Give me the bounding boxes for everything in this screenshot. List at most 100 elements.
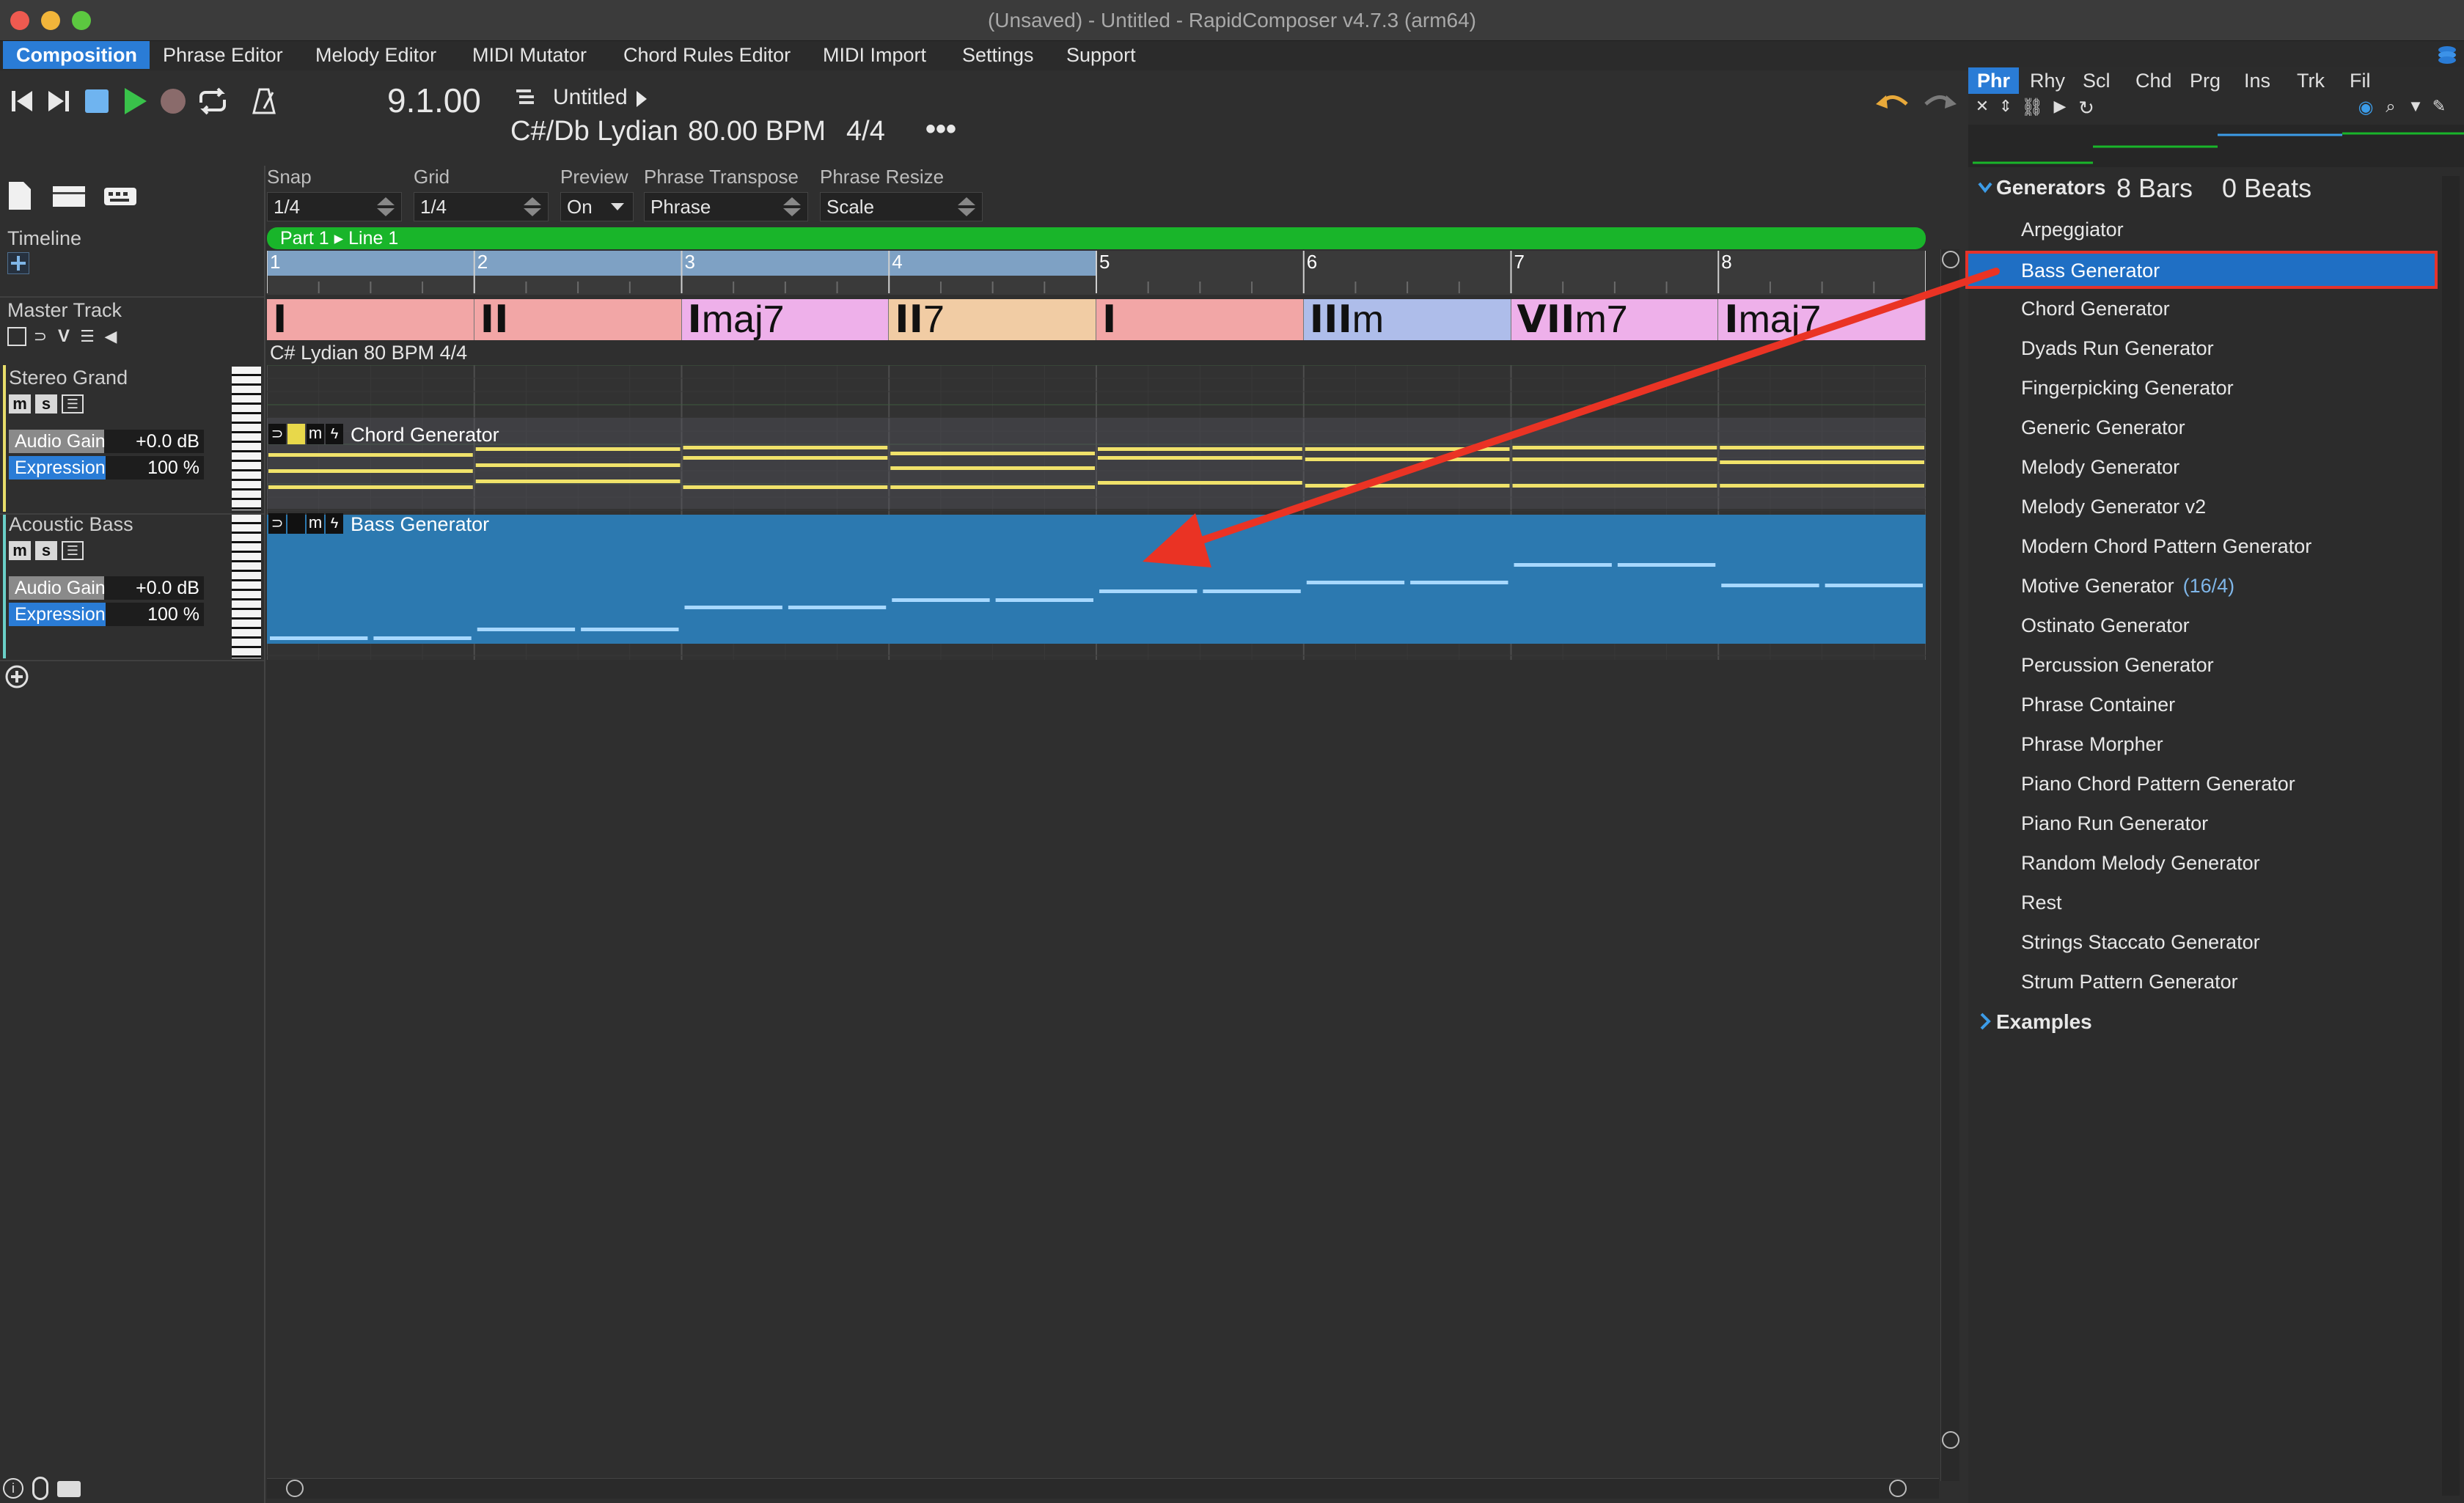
solo-button[interactable]: s [35,394,57,414]
tab-rhythms[interactable]: Rhy [2021,67,2074,94]
chevron-right-icon[interactable] [1977,1012,1993,1031]
loop-icon[interactable] [197,87,226,116]
zoom-icon[interactable] [286,1480,304,1497]
loop-icon[interactable]: ⊃ [268,424,286,444]
keyboard-icon[interactable] [103,185,138,208]
menu-icon[interactable]: ☰ [78,327,97,346]
piano-roll-icon[interactable] [7,327,26,346]
stop-icon[interactable] [82,87,111,116]
chord-phrase[interactable] [267,418,1926,509]
tab-phrases[interactable]: Phr [1968,67,2020,94]
preview-select[interactable]: On [560,192,634,221]
bar-ruler[interactable]: 1 2 3 4 5 6 7 8 [267,251,1926,295]
play-preview-icon[interactable]: ▶ [2050,97,2069,119]
length-beats[interactable]: 0 Beats [2222,173,2311,204]
play-icon[interactable] [120,87,150,116]
key-info[interactable]: C#/Db Lydian [510,116,678,147]
mute-button[interactable]: m [9,541,31,560]
add-marker-icon[interactable] [7,252,29,274]
open-folder-icon[interactable] [51,183,87,210]
splitter[interactable] [264,166,265,1503]
generator-list-item[interactable]: Melody Generator [2021,449,2179,485]
track-name-stereo-grand[interactable]: Stereo Grand [9,367,128,389]
undo-icon[interactable] [1873,88,1911,114]
generator-list-item[interactable]: Modern Chord Pattern Generator [2021,528,2311,565]
skip-to-end-icon[interactable] [44,87,73,116]
generator-list-item[interactable]: Rest [2021,884,2062,921]
refresh-icon[interactable]: ↻ [2075,97,2097,119]
chord-block[interactable]: Imaj7 [681,299,890,340]
examples-folder[interactable]: Examples [1996,1010,2092,1034]
chord-block[interactable]: IIIm [1303,299,1511,340]
generator-list-item[interactable]: Phrase Container [2021,686,2175,723]
info-icon[interactable]: i [3,1478,23,1499]
link-icon[interactable]: ⛓ [2021,97,2043,119]
tab-progressions[interactable]: Prg [2181,67,2229,94]
phrase-transpose-select[interactable]: Phrase [644,192,808,221]
chevron-down-icon[interactable] [1977,179,1993,195]
keyboard-shortcut-icon[interactable] [57,1481,81,1497]
generator-list-item[interactable]: Melody Generator v2 [2021,488,2206,525]
search-icon[interactable]: ⌕ [2380,97,2401,119]
generator-list-item[interactable]: Strings Staccato Generator [2021,924,2260,960]
length-bars[interactable]: 8 Bars [2116,173,2193,204]
piano-keyboard[interactable] [232,515,261,658]
lightning-icon[interactable]: ϟ [326,513,343,534]
zoom-icon[interactable] [1889,1480,1907,1497]
generator-list-item[interactable]: Percussion Generator [2021,647,2214,683]
chord-block[interactable]: Imaj7 [1718,299,1926,340]
menu-phrase-editor[interactable]: Phrase Editor [150,41,296,69]
layers-icon[interactable] [2435,43,2460,67]
expression-slider[interactable]: Expression 100 % [9,603,204,626]
generator-list-item[interactable]: Chord Generator [2021,290,2170,327]
generator-list-item[interactable]: Piano Chord Pattern Generator [2021,765,2295,802]
expression-slider[interactable]: Expression 100 % [9,456,204,479]
generator-list-item[interactable]: Ostinato Generator [2021,607,2190,644]
tab-chords[interactable]: Chd [2127,67,2181,94]
tab-scales[interactable]: Scl [2074,67,2119,94]
chord-block[interactable]: II7 [889,299,1096,340]
loop-icon[interactable]: ⊃ [31,327,50,346]
zoom-icon[interactable] [1942,251,1959,268]
chord-block[interactable]: VIIm7 [1511,299,1719,340]
horizontal-scrollbar[interactable] [267,1478,1939,1499]
generator-list-item[interactable]: Fingerpicking Generator [2021,370,2234,406]
chord-block[interactable]: I [267,299,474,340]
menu-composition[interactable]: Composition [3,41,150,69]
mute-phrase-button[interactable]: m [307,424,324,444]
speaker-icon[interactable]: ◀ [101,327,120,346]
overview-strip[interactable] [1968,125,2464,167]
generator-list-item[interactable]: Piano Run Generator [2021,805,2208,842]
track-menu-icon[interactable]: ☰ [62,394,84,414]
snap-select[interactable]: 1/4 [267,192,402,221]
generator-list-item[interactable]: Generic Generator [2021,409,2185,446]
lightning-icon[interactable]: ϟ [326,424,343,444]
lock-icon[interactable] [287,513,305,534]
vertical-scrollbar[interactable] [1940,249,1959,1481]
time-signature[interactable]: 4/4 [846,116,885,147]
tab-instruments[interactable]: Ins [2235,67,2279,94]
mute-phrase-button[interactable]: m [307,513,324,534]
menu-midi-mutator[interactable]: MIDI Mutator [459,41,600,69]
tempo-display[interactable]: 80.00 BPM [688,116,826,147]
bass-phrase[interactable] [267,515,1926,644]
add-track-icon[interactable] [4,664,29,689]
solo-button[interactable]: s [35,541,57,560]
zoom-icon[interactable] [1942,1431,1959,1449]
skip-to-start-icon[interactable] [7,87,37,116]
menu-support[interactable]: Support [1053,41,1149,69]
more-options-button[interactable]: ••• [925,113,956,146]
generators-folder[interactable]: Generators [1996,176,2105,199]
project-name[interactable]: Untitled [553,85,628,110]
menu-chord-rules-editor[interactable]: Chord Rules Editor [610,41,804,69]
track-name-acoustic-bass[interactable]: Acoustic Bass [9,513,133,536]
generator-list-item[interactable]: Bass Generator [2021,252,2160,289]
generator-list-item[interactable]: Motive Generator (16/4) [2021,567,2234,604]
chord-block[interactable]: II [474,299,682,340]
menu-melody-editor[interactable]: Melody Editor [302,41,450,69]
velocity-button[interactable]: V [54,327,73,346]
part-line-bar[interactable]: Part 1 ▸ Line 1 [267,227,1926,249]
audio-gain-slider[interactable]: Audio Gain +0.0 dB [9,430,204,453]
audio-gain-slider[interactable]: Audio Gain +0.0 dB [9,576,204,600]
tab-tracks[interactable]: Trk [2288,67,2333,94]
